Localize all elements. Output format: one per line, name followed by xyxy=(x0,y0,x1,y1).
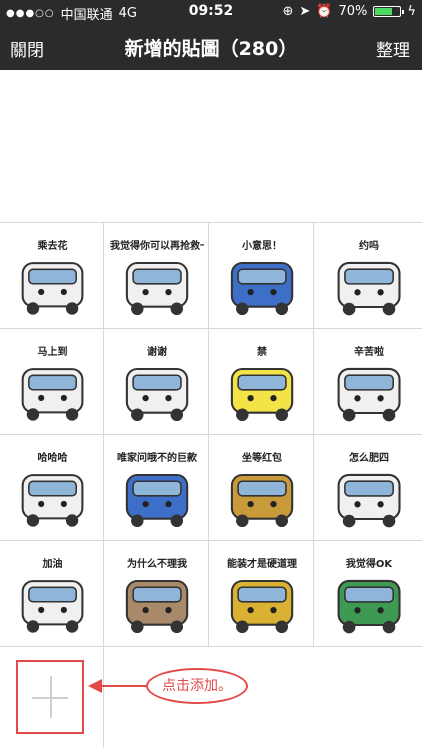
sticker-cell[interactable]: 谢谢 xyxy=(104,329,209,435)
rotation-lock-icon: ⊕ xyxy=(282,4,294,19)
sticker-cell[interactable]: 禁 xyxy=(209,329,314,435)
sticker-caption: 能装才是硬道理 xyxy=(227,559,297,570)
arrow-icon xyxy=(88,679,146,693)
sticker-cell[interactable]: 辛苦啦 xyxy=(314,329,422,435)
battery-icon xyxy=(373,6,405,17)
sticker-caption: 加油 xyxy=(42,559,63,570)
sticker-grid: 乘去花 我觉得你可以再抢救一下 小意思！ 约吗马上到 谢谢 禁 辛苦啦哈哈哈 唯家问哦不的巨款… xyxy=(0,222,422,647)
sticker-caption: 我觉得OK xyxy=(345,559,393,570)
sticker-caption: 小意思！ xyxy=(242,241,282,252)
sticker-cell[interactable]: 马上到 xyxy=(0,329,104,435)
sticker-cell[interactable]: 乘去花 xyxy=(0,223,104,329)
sticker-caption: 为什么不理我 xyxy=(127,559,187,570)
sticker-caption: 辛苦啦 xyxy=(354,347,384,358)
sticker-cell[interactable]: 约吗 xyxy=(314,223,422,329)
sticker-cell[interactable]: 哈哈哈 xyxy=(0,435,104,541)
sticker-cell[interactable]: 我觉得OK xyxy=(314,541,422,647)
charging-icon: ϟ xyxy=(407,4,416,19)
sticker-cell[interactable]: 能装才是硬道理 xyxy=(209,541,314,647)
location-icon: ➤ xyxy=(299,4,311,19)
sticker-caption: 乘去花 xyxy=(37,241,68,252)
sticker-cell[interactable]: 怎么肥四 xyxy=(314,435,422,541)
sticker-cell[interactable]: 加油 xyxy=(0,541,104,647)
page-title: 新增的貼圖（280） xyxy=(124,38,298,60)
add-sticker-cell[interactable] xyxy=(0,646,104,748)
top-bar: ●●●○○ 中国联通 4G 09:52 ⊕ ➤ ⏰ 70% ϟ 關閉 新增的貼圖… xyxy=(0,0,422,70)
sticker-cell[interactable]: 我觉得你可以再抢救一下 xyxy=(104,223,209,329)
sticker-caption: 马上到 xyxy=(37,347,68,358)
sticker-caption: 哈哈哈 xyxy=(37,453,68,464)
status-bar: ●●●○○ 中国联通 4G 09:52 ⊕ ➤ ⏰ 70% ϟ xyxy=(0,0,422,24)
add-highlight-box xyxy=(16,660,84,734)
nav-bar: 關閉 新增的貼圖（280） 整理 xyxy=(0,24,422,70)
sticker-caption: 谢谢 xyxy=(147,347,167,358)
sticker-caption: 怎么肥四 xyxy=(349,453,389,464)
add-row: 点击添加。 xyxy=(0,646,422,748)
sticker-caption: 我觉得你可以再抢救一下 xyxy=(110,241,204,252)
manage-button[interactable]: 整理 xyxy=(376,36,410,61)
sticker-cell[interactable]: 唯家问哦不的巨款 xyxy=(104,435,209,541)
sticker-caption: 约吗 xyxy=(359,241,379,252)
sticker-cell[interactable]: 为什么不理我 xyxy=(104,541,209,647)
alarm-icon: ⏰ xyxy=(316,4,333,19)
battery-percent: 70% xyxy=(338,4,368,19)
annotation-bubble: 点击添加。 xyxy=(146,668,248,704)
sticker-caption: 唯家问哦不的巨款 xyxy=(117,453,197,464)
sticker-cell[interactable]: 坐等红包 xyxy=(209,435,314,541)
sticker-caption: 禁 xyxy=(257,347,267,358)
sticker-caption: 坐等红包 xyxy=(242,453,282,464)
sticker-cell[interactable]: 小意思！ xyxy=(209,223,314,329)
